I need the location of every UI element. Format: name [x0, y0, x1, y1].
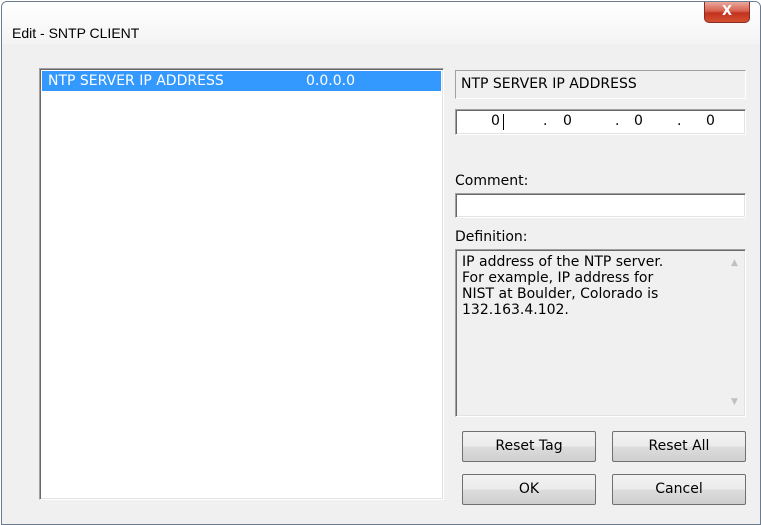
list-item-value: 0.0.0.0	[306, 73, 355, 89]
definition-box: IP address of the NTP server. For exampl…	[455, 249, 746, 417]
dialog-body: NTP SERVER IP ADDRESS 0.0.0.0 NTP SERVER…	[2, 44, 760, 524]
ip-octet-2[interactable]: 0	[563, 113, 572, 129]
title-bar[interactable]: Edit - SNTP CLIENT X	[2, 2, 760, 44]
comment-field[interactable]	[455, 193, 746, 218]
ok-button[interactable]: OK	[462, 474, 596, 505]
text-caret	[503, 114, 504, 130]
selected-tag-name: NTP SERVER IP ADDRESS	[455, 70, 746, 99]
definition-text: IP address of the NTP server. For exampl…	[462, 254, 664, 318]
cancel-button[interactable]: Cancel	[612, 474, 746, 505]
reset-tag-button[interactable]: Reset Tag	[462, 431, 596, 462]
definition-label: Definition:	[455, 229, 528, 245]
close-button[interactable]: X	[704, 2, 750, 23]
list-item-ntp-server[interactable]: NTP SERVER IP ADDRESS 0.0.0.0	[42, 71, 441, 91]
list-item-name: NTP SERVER IP ADDRESS	[48, 73, 224, 89]
ip-dot-1: .	[543, 113, 548, 129]
tag-list[interactable]: NTP SERVER IP ADDRESS 0.0.0.0	[39, 68, 444, 500]
edit-dialog: Edit - SNTP CLIENT X NTP SERVER IP ADDRE…	[1, 1, 761, 525]
scroll-up-arrow-icon[interactable]: ▲	[726, 255, 743, 272]
comment-label: Comment:	[455, 173, 529, 189]
ip-address-field[interactable]: 0 . 0 . 0 . 0	[455, 109, 746, 135]
reset-all-button[interactable]: Reset All	[612, 431, 746, 462]
definition-scrollbar[interactable]: ▲ ▼	[726, 252, 743, 414]
ip-dot-3: .	[677, 113, 682, 129]
scroll-down-arrow-icon[interactable]: ▼	[726, 394, 743, 411]
ip-octet-3[interactable]: 0	[634, 113, 643, 129]
ip-dot-2: .	[615, 113, 620, 129]
ip-octet-1[interactable]: 0	[491, 113, 500, 129]
window-title: Edit - SNTP CLIENT	[12, 25, 140, 41]
close-icon: X	[721, 4, 733, 19]
ip-octet-4[interactable]: 0	[706, 113, 715, 129]
